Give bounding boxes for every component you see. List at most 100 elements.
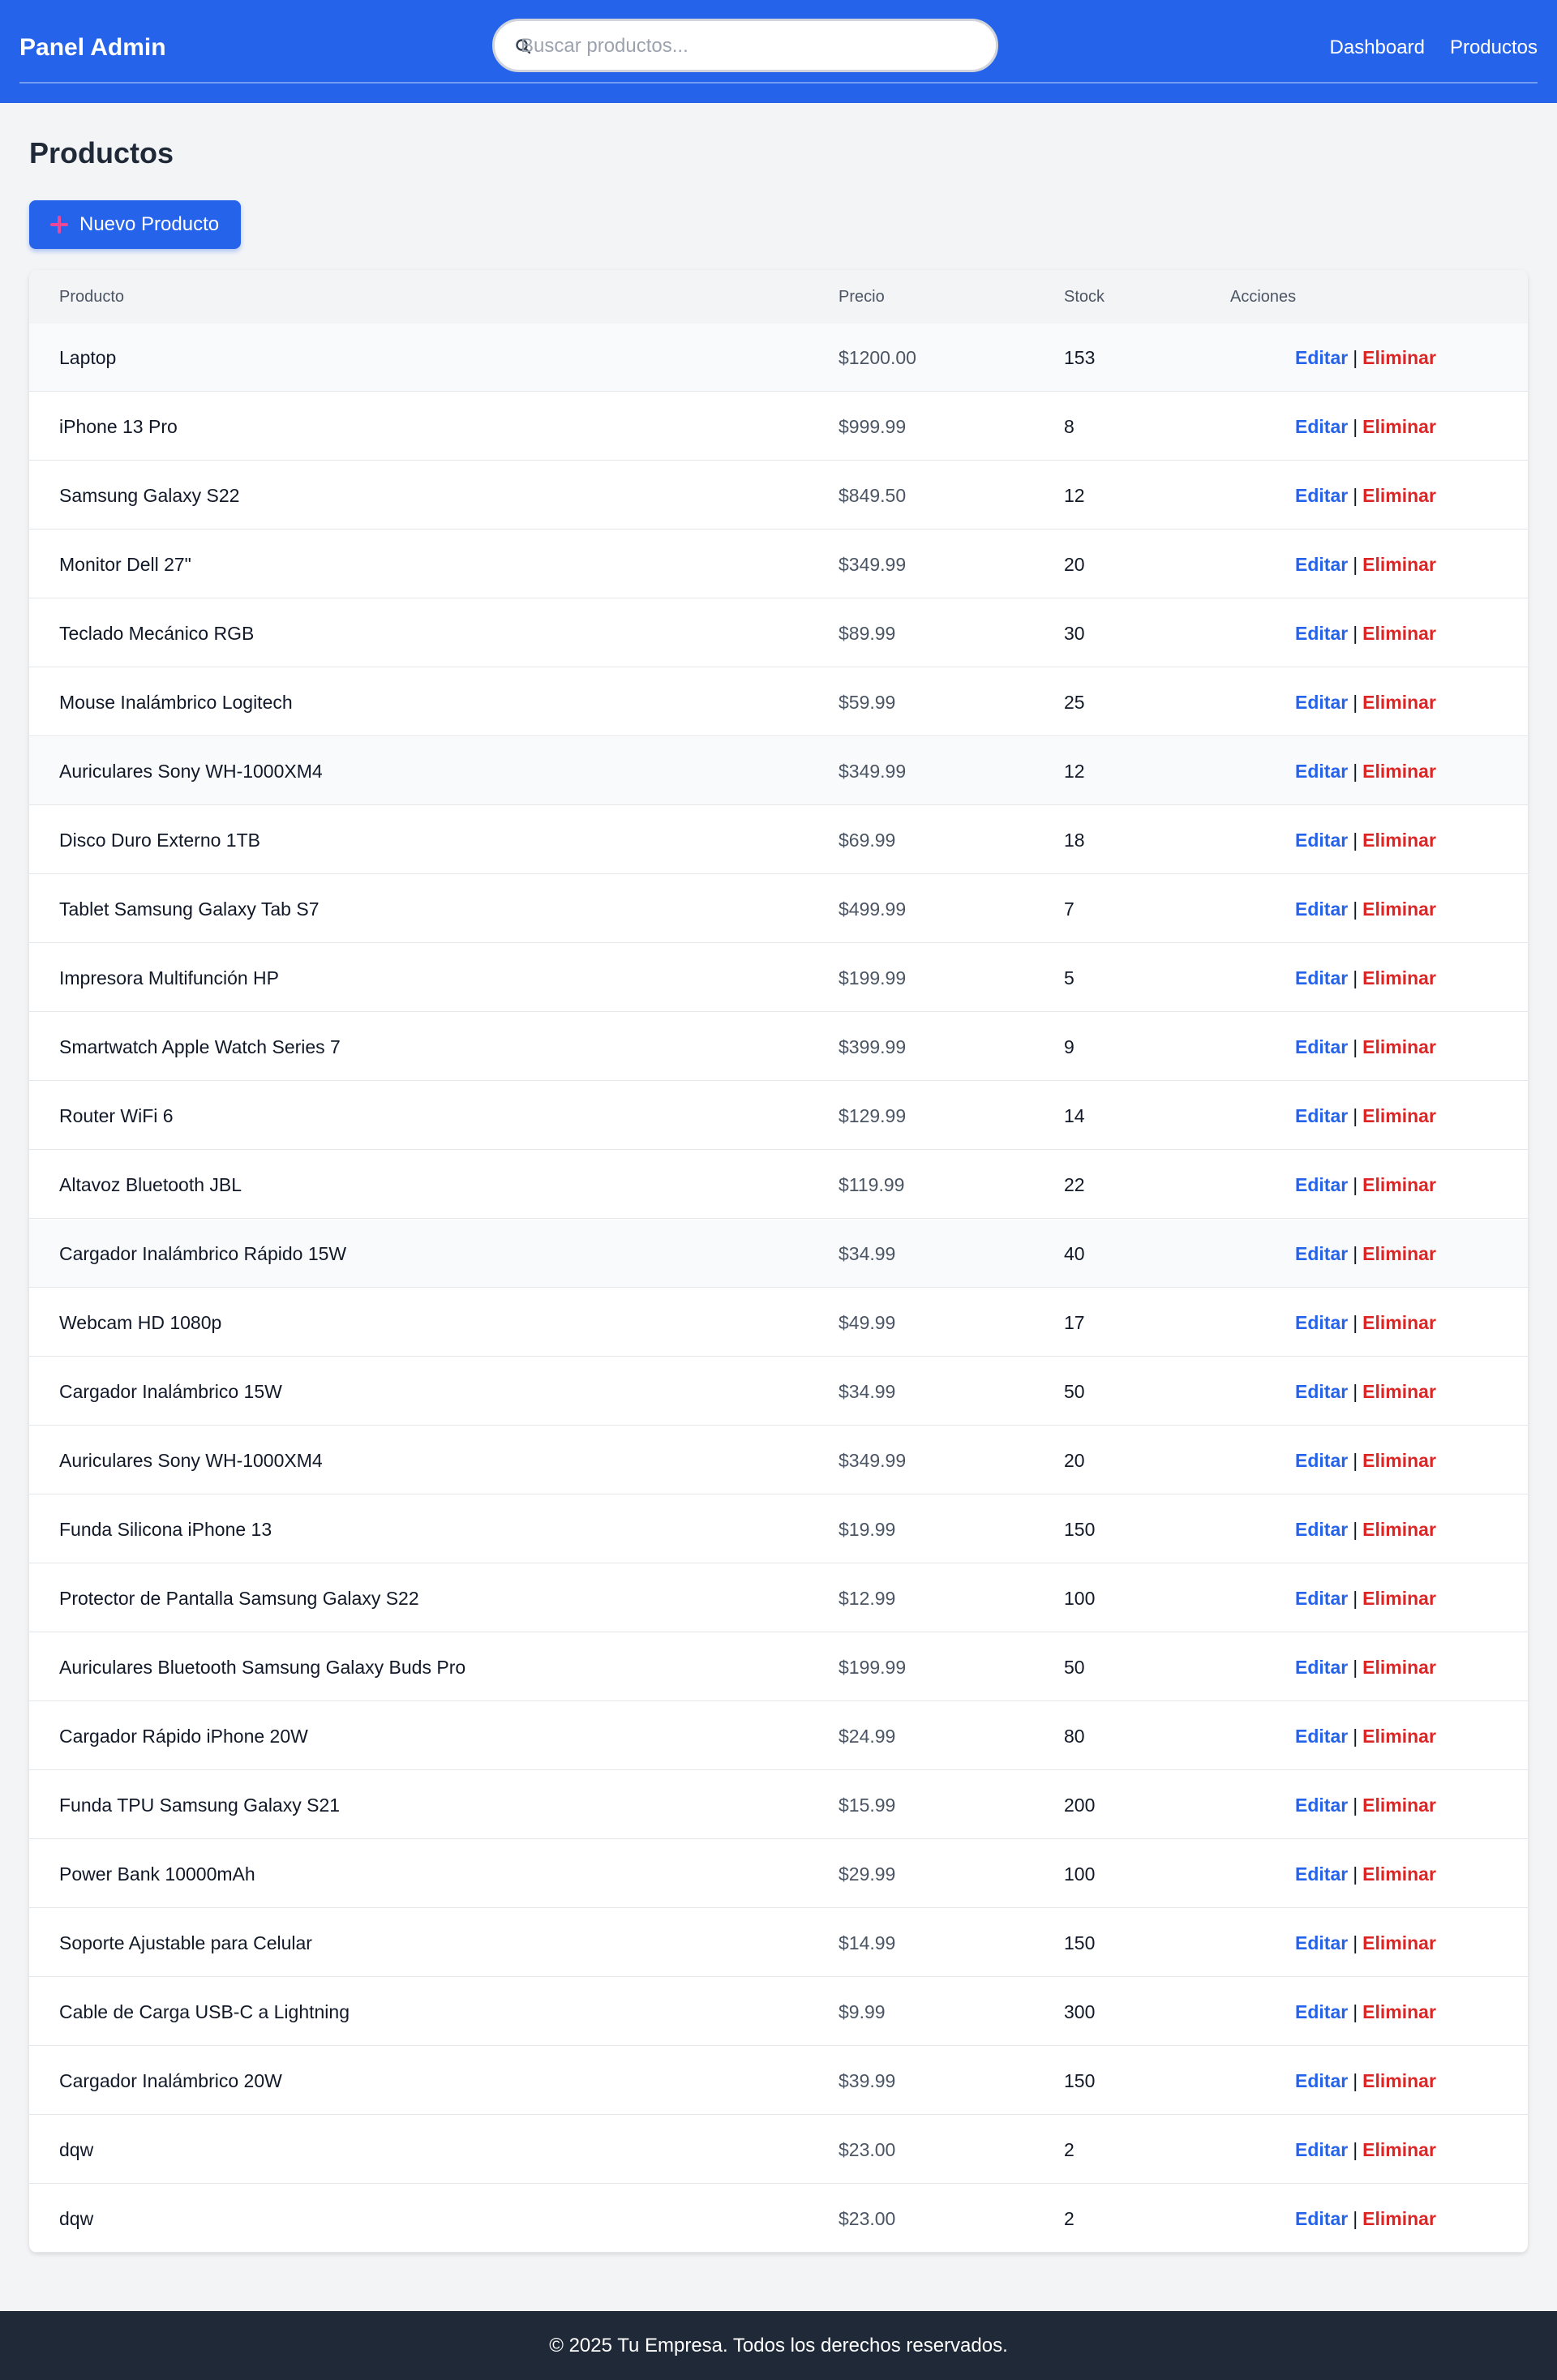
nav-link-productos[interactable]: Productos bbox=[1450, 32, 1538, 63]
delete-link[interactable]: Eliminar bbox=[1362, 967, 1436, 988]
row-actions: Editar | Eliminar bbox=[1295, 1151, 1436, 1219]
product-price: $34.99 bbox=[839, 1243, 896, 1264]
table-row: Disco Duro Externo 1TB $69.99 18 Editar | Eli… bbox=[29, 806, 1528, 874]
product-stock: 150 bbox=[1064, 1519, 1096, 1540]
edit-link[interactable]: Editar bbox=[1295, 1932, 1348, 1953]
product-stock: 2 bbox=[1064, 2208, 1074, 2229]
delete-link[interactable]: Eliminar bbox=[1362, 1312, 1436, 1333]
action-separator: | bbox=[1353, 1105, 1358, 1126]
product-name: Laptop bbox=[59, 347, 117, 368]
delete-link[interactable]: Eliminar bbox=[1362, 2001, 1436, 2022]
edit-link[interactable]: Editar bbox=[1295, 485, 1348, 506]
edit-link[interactable]: Editar bbox=[1295, 1312, 1348, 1333]
product-name: Funda Silicona iPhone 13 bbox=[59, 1519, 272, 1540]
edit-link[interactable]: Editar bbox=[1295, 761, 1348, 782]
delete-link[interactable]: Eliminar bbox=[1362, 830, 1436, 851]
product-name: Webcam HD 1080p bbox=[59, 1312, 222, 1333]
table-row: Samsung Galaxy S22 $849.50 12 Editar | Elimin… bbox=[29, 461, 1528, 530]
delete-link[interactable]: Eliminar bbox=[1362, 1450, 1436, 1471]
product-name: Teclado Mecánico RGB bbox=[59, 623, 255, 644]
delete-link[interactable]: Eliminar bbox=[1362, 2070, 1436, 2091]
delete-link[interactable]: Eliminar bbox=[1362, 2208, 1436, 2229]
product-price: $349.99 bbox=[839, 761, 907, 782]
edit-link[interactable]: Editar bbox=[1295, 554, 1348, 575]
product-stock: 25 bbox=[1064, 692, 1085, 713]
search-box[interactable] bbox=[492, 19, 998, 72]
delete-link[interactable]: Eliminar bbox=[1362, 1381, 1436, 1402]
delete-link[interactable]: Eliminar bbox=[1362, 898, 1436, 920]
delete-link[interactable]: Eliminar bbox=[1362, 1795, 1436, 1816]
edit-link[interactable]: Editar bbox=[1295, 347, 1348, 368]
row-actions: Editar | Eliminar bbox=[1295, 599, 1436, 667]
footer-text: © 2025 Tu Empresa. Todos los derechos re… bbox=[549, 2335, 1008, 2356]
delete-link[interactable]: Eliminar bbox=[1362, 416, 1436, 437]
table-row: Laptop $1200.00 153 Editar | Eliminar bbox=[29, 324, 1528, 392]
delete-link[interactable]: Eliminar bbox=[1362, 347, 1436, 368]
edit-link[interactable]: Editar bbox=[1295, 1174, 1348, 1195]
action-separator: | bbox=[1353, 1932, 1358, 1953]
delete-link[interactable]: Eliminar bbox=[1362, 2139, 1436, 2160]
product-name: Impresora Multifunción HP bbox=[59, 967, 279, 988]
edit-link[interactable]: Editar bbox=[1295, 1036, 1348, 1057]
product-name: dqw bbox=[59, 2139, 94, 2160]
product-price: $39.99 bbox=[839, 2070, 896, 2091]
edit-link[interactable]: Editar bbox=[1295, 692, 1348, 713]
product-name: dqw bbox=[59, 2208, 94, 2229]
edit-link[interactable]: Editar bbox=[1295, 416, 1348, 437]
delete-link[interactable]: Eliminar bbox=[1362, 1932, 1436, 1953]
delete-link[interactable]: Eliminar bbox=[1362, 1863, 1436, 1885]
product-price: $15.99 bbox=[839, 1795, 896, 1816]
delete-link[interactable]: Eliminar bbox=[1362, 692, 1436, 713]
product-stock: 30 bbox=[1064, 623, 1085, 644]
edit-link[interactable]: Editar bbox=[1295, 830, 1348, 851]
edit-link[interactable]: Editar bbox=[1295, 623, 1348, 644]
edit-link[interactable]: Editar bbox=[1295, 1105, 1348, 1126]
action-separator: | bbox=[1353, 967, 1358, 988]
action-separator: | bbox=[1353, 692, 1358, 713]
delete-link[interactable]: Eliminar bbox=[1362, 623, 1436, 644]
edit-link[interactable]: Editar bbox=[1295, 1657, 1348, 1678]
delete-link[interactable]: Eliminar bbox=[1362, 1657, 1436, 1678]
edit-link[interactable]: Editar bbox=[1295, 898, 1348, 920]
brand-title[interactable]: Panel Admin bbox=[19, 32, 166, 63]
edit-link[interactable]: Editar bbox=[1295, 1519, 1348, 1540]
nav-link-dashboard[interactable]: Dashboard bbox=[1330, 32, 1425, 63]
product-stock: 150 bbox=[1064, 1932, 1096, 1953]
search-input[interactable] bbox=[519, 28, 984, 65]
table-row: Auriculares Sony WH-1000XM4 $349.99 12 Edit… bbox=[29, 737, 1528, 805]
edit-link[interactable]: Editar bbox=[1295, 967, 1348, 988]
product-price: $12.99 bbox=[839, 1588, 896, 1609]
delete-link[interactable]: Eliminar bbox=[1362, 1243, 1436, 1264]
delete-link[interactable]: Eliminar bbox=[1362, 1726, 1436, 1747]
edit-link[interactable]: Editar bbox=[1295, 1588, 1348, 1609]
edit-link[interactable]: Editar bbox=[1295, 1863, 1348, 1885]
delete-link[interactable]: Eliminar bbox=[1362, 1588, 1436, 1609]
edit-link[interactable]: Editar bbox=[1295, 2001, 1348, 2022]
delete-link[interactable]: Eliminar bbox=[1362, 554, 1436, 575]
delete-link[interactable]: Eliminar bbox=[1362, 1174, 1436, 1195]
action-separator: | bbox=[1353, 830, 1358, 851]
product-name: Auriculares Sony WH-1000XM4 bbox=[59, 1450, 323, 1471]
edit-link[interactable]: Editar bbox=[1295, 1726, 1348, 1747]
product-name: Mouse Inalámbrico Logitech bbox=[59, 692, 293, 713]
edit-link[interactable]: Editar bbox=[1295, 2139, 1348, 2160]
new-product-button[interactable]: Nuevo Producto bbox=[29, 200, 241, 249]
product-stock: 14 bbox=[1064, 1105, 1085, 1126]
edit-link[interactable]: Editar bbox=[1295, 2070, 1348, 2091]
edit-link[interactable]: Editar bbox=[1295, 1450, 1348, 1471]
delete-link[interactable]: Eliminar bbox=[1362, 485, 1436, 506]
product-price: $499.99 bbox=[839, 898, 907, 920]
edit-link[interactable]: Editar bbox=[1295, 1795, 1348, 1816]
edit-link[interactable]: Editar bbox=[1295, 1381, 1348, 1402]
row-actions: Editar | Eliminar bbox=[1295, 1702, 1436, 1770]
action-separator: | bbox=[1353, 1519, 1358, 1540]
product-name: Power Bank 10000mAh bbox=[59, 1863, 255, 1885]
edit-link[interactable]: Editar bbox=[1295, 2208, 1348, 2229]
delete-link[interactable]: Eliminar bbox=[1362, 761, 1436, 782]
delete-link[interactable]: Eliminar bbox=[1362, 1036, 1436, 1057]
delete-link[interactable]: Eliminar bbox=[1362, 1519, 1436, 1540]
edit-link[interactable]: Editar bbox=[1295, 1243, 1348, 1264]
product-stock: 50 bbox=[1064, 1381, 1085, 1402]
row-actions: Editar | Eliminar bbox=[1295, 944, 1436, 1012]
delete-link[interactable]: Eliminar bbox=[1362, 1105, 1436, 1126]
